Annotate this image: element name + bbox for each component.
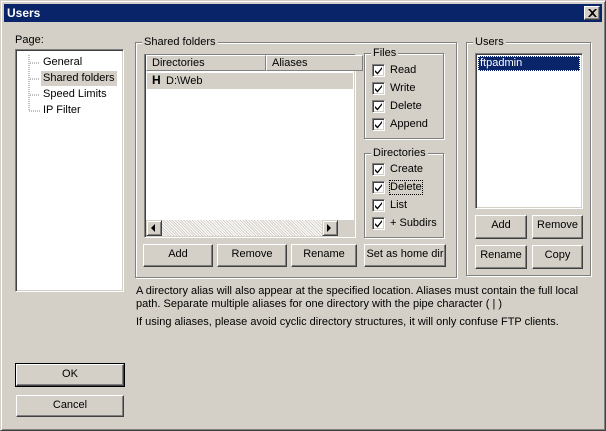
- directories-legend: Directories: [371, 147, 428, 160]
- cancel-button[interactable]: Cancel: [16, 395, 124, 417]
- tree-line-icon: [28, 55, 40, 71]
- checkbox-box: [372, 118, 385, 131]
- checkbox-label: + Subdirs: [390, 217, 437, 229]
- tree-item-label: Speed Limits: [43, 88, 107, 100]
- home-dir-flag: H: [152, 73, 161, 87]
- check-icon: [375, 184, 382, 192]
- checkbox-label: Create: [390, 163, 424, 175]
- scrollbar-corner: [338, 220, 354, 236]
- user-list-item[interactable]: ftpadmin: [478, 56, 580, 71]
- check-icon: [375, 166, 382, 174]
- checkbox-box: [372, 199, 385, 212]
- set-home-dir-button[interactable]: Set as home dir: [364, 244, 446, 267]
- checkbox-box: [372, 181, 385, 194]
- add-folder-button[interactable]: Add: [143, 244, 213, 267]
- checkbox-box: [372, 217, 385, 230]
- checkbox-box: [372, 64, 385, 77]
- check-icon: [375, 85, 382, 93]
- close-button[interactable]: [584, 6, 600, 20]
- check-icon: [375, 220, 382, 228]
- page-label: Page:: [15, 34, 44, 46]
- remove-user-button[interactable]: Remove: [532, 215, 583, 239]
- scroll-right-button[interactable]: [322, 220, 338, 236]
- horizontal-scrollbar-track[interactable]: [162, 220, 322, 236]
- directories-listview[interactable]: Directories Aliases H D:\Web: [144, 54, 363, 238]
- rename-user-button[interactable]: Rename: [475, 245, 527, 269]
- checkbox-label: List: [390, 199, 408, 211]
- users-dialog: Users Page: General Shared folders Speed…: [0, 0, 606, 431]
- page-tree[interactable]: General Shared folders Speed Limits IP F…: [15, 49, 124, 292]
- tree-line-icon: [28, 103, 40, 112]
- files-legend: Files: [371, 47, 399, 60]
- close-icon: [588, 9, 597, 17]
- checkbox-label: Read: [390, 64, 417, 76]
- check-icon: [375, 121, 382, 129]
- tree-item-label: IP Filter: [43, 104, 81, 116]
- scroll-left-button[interactable]: [146, 220, 162, 236]
- alias-help-line-1: A directory alias will also appear at th…: [136, 285, 579, 297]
- alias-help-line-3: If using aliases, please avoid cyclic di…: [136, 316, 559, 328]
- tree-line-icon: [28, 87, 40, 103]
- checkbox-box: [372, 82, 385, 95]
- check-icon: [375, 202, 382, 210]
- add-user-button[interactable]: Add: [475, 215, 527, 239]
- checkbox-box: [372, 163, 385, 176]
- shared-folders-legend: Shared folders: [142, 36, 218, 49]
- rename-folder-button[interactable]: Rename: [291, 244, 357, 267]
- arrow-left-icon: [151, 224, 155, 232]
- check-icon: [375, 67, 382, 75]
- copy-user-button[interactable]: Copy: [532, 245, 583, 269]
- check-icon: [375, 103, 382, 111]
- checkbox-label: Delete: [390, 100, 422, 112]
- title-bar[interactable]: Users: [4, 4, 602, 22]
- alias-help-line-2: path. Separate multiple aliases for one …: [136, 298, 503, 310]
- column-header-aliases[interactable]: Aliases: [266, 55, 363, 71]
- tree-item-label: Shared folders: [41, 71, 117, 86]
- users-listbox[interactable]: ftpadmin: [475, 53, 583, 209]
- checkbox-label: Write: [390, 82, 416, 94]
- table-row[interactable]: H D:\Web: [147, 73, 353, 89]
- column-header-label: Aliases: [272, 57, 308, 69]
- tree-line-icon: [28, 71, 40, 87]
- tree-item-label: General: [43, 56, 83, 68]
- checkbox-box: [372, 100, 385, 113]
- remove-folder-button[interactable]: Remove: [217, 244, 287, 267]
- users-legend: Users: [473, 36, 506, 49]
- column-header-directories[interactable]: Directories: [146, 55, 266, 71]
- directory-path: D:\Web: [166, 75, 203, 87]
- window-title: Users: [7, 6, 41, 20]
- checkbox-label: Append: [390, 118, 428, 130]
- column-header-label: Directories: [152, 57, 205, 69]
- ok-button[interactable]: OK: [15, 363, 125, 387]
- arrow-right-icon: [327, 224, 331, 232]
- checkbox-label: Delete: [389, 180, 423, 195]
